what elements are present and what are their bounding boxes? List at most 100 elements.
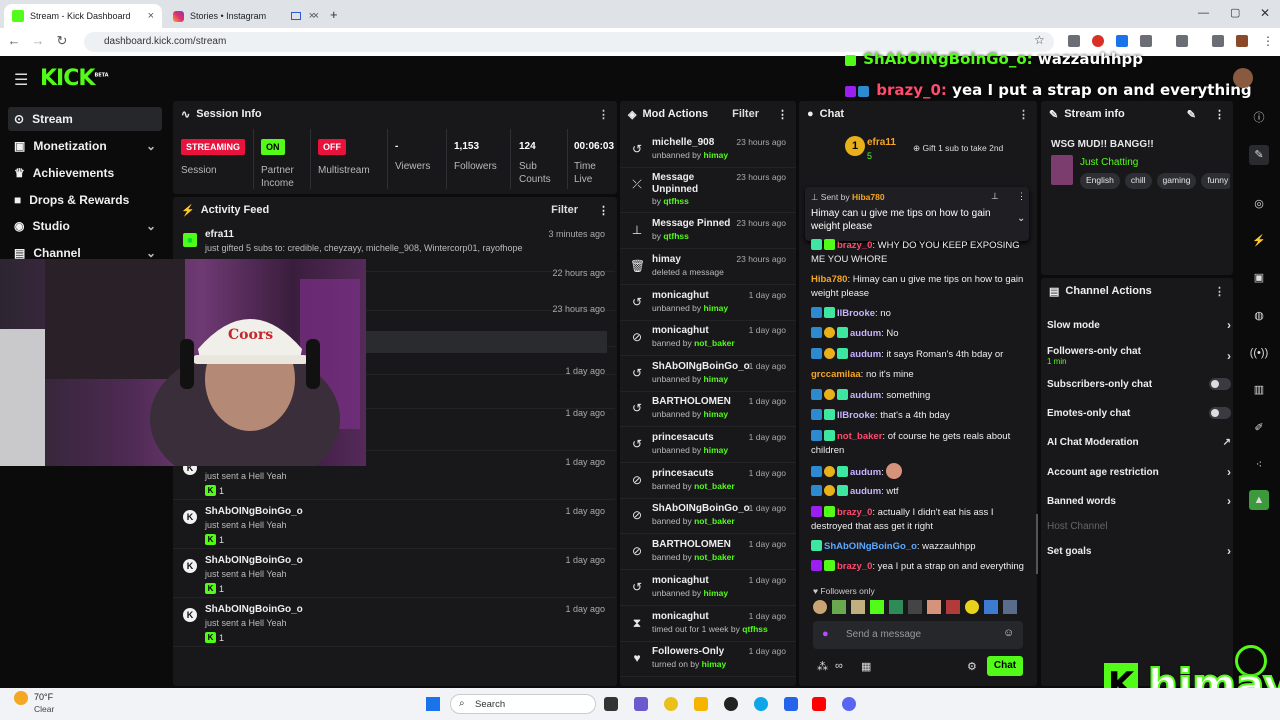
mod-action-subject[interactable]: monicaghut xyxy=(652,575,742,587)
chat-message[interactable]: audum: it says Roman's 4th bday or xyxy=(811,348,1026,362)
moderator-name[interactable]: qtfhss xyxy=(742,624,768,634)
extensions-puzzle-icon[interactable] xyxy=(1140,35,1152,47)
emote-icon[interactable] xyxy=(870,600,884,614)
moderator-name[interactable]: himay xyxy=(704,409,729,419)
filter-button[interactable]: Filter xyxy=(732,108,759,120)
chevron-down-icon[interactable]: ⌄ xyxy=(1017,213,1025,224)
more-options-icon[interactable]: ⋮ xyxy=(777,108,788,121)
mod-action-subject[interactable]: princesacuts xyxy=(652,432,742,444)
multistream-badge[interactable]: OFF xyxy=(318,139,346,155)
profile-avatar-icon[interactable] xyxy=(1236,35,1248,47)
mod-action-subject[interactable]: Followers-Only xyxy=(652,646,742,658)
moderator-name[interactable]: himay xyxy=(704,588,729,598)
emote-icon[interactable] xyxy=(965,600,979,614)
user-avatar[interactable] xyxy=(1233,68,1253,88)
chat-message[interactable]: brazy_0: WHY DO YOU KEEP EXPOSING ME YOU… xyxy=(811,239,1026,267)
chat-username[interactable]: ShAbOINgBoinGo_o xyxy=(824,541,917,552)
mod-action-subject[interactable]: himay xyxy=(652,254,742,266)
wrench-icon[interactable]: ✐ xyxy=(1249,418,1269,438)
chat-message[interactable]: IlBrooke: no xyxy=(811,307,1026,321)
app-icon[interactable] xyxy=(784,697,798,711)
file-explorer-icon[interactable] xyxy=(694,697,708,711)
nodes-icon[interactable]: ⁖ xyxy=(1249,455,1269,475)
microphone-icon[interactable]: ● xyxy=(822,628,829,640)
store-icon[interactable]: ▦ xyxy=(861,660,871,673)
hamburger-menu-icon[interactable]: ☰ xyxy=(14,70,28,90)
weather-temp[interactable]: 70°F xyxy=(34,692,53,702)
copilot-icon[interactable] xyxy=(634,697,648,711)
moderator-name[interactable]: himay xyxy=(704,303,729,313)
chat-message[interactable]: IlBrooke: that's a 4th bday xyxy=(811,409,1026,423)
moderator-name[interactable]: himay xyxy=(704,374,729,384)
activity-user[interactable]: ShAbOINgBoinGo_o xyxy=(205,555,303,566)
edge-icon[interactable] xyxy=(754,697,768,711)
sidebar-item-achievements[interactable]: ♛ Achievements xyxy=(8,161,162,185)
tag-chip[interactable]: chill xyxy=(1124,173,1152,189)
chat-message[interactable]: Hiba780: Himay can u give me tips on how… xyxy=(811,273,1026,301)
channel-action-row[interactable]: Account age restriction › xyxy=(1047,461,1231,483)
channel-action-row[interactable]: Banned words › xyxy=(1047,490,1231,512)
reading-list-icon[interactable] xyxy=(1212,35,1224,47)
sidebar-item-monetization[interactable]: ▣ Monetization ⌄ xyxy=(8,134,162,158)
reload-icon[interactable]: ↻ xyxy=(51,33,73,49)
edit-pencil-icon[interactable]: ✎ xyxy=(1249,145,1269,165)
new-tab-icon[interactable]: + xyxy=(330,7,338,22)
chat-message[interactable]: audum: xyxy=(811,463,1026,480)
chat-input[interactable]: ● Send a message ☺ xyxy=(813,621,1023,649)
top-gifter-name[interactable]: efra11 xyxy=(867,137,896,148)
chat-message[interactable]: audum: No xyxy=(811,327,1026,341)
more-options-icon[interactable]: ⋮ xyxy=(1214,108,1225,121)
chat-username[interactable]: Hiba780 xyxy=(811,274,847,285)
chat-username[interactable]: brazy_0 xyxy=(837,507,872,518)
mod-action-subject[interactable]: ShAbOINgBoinGo_o xyxy=(652,361,750,373)
chat-message[interactable]: audum: something xyxy=(811,389,1026,403)
info-icon[interactable]: ⓘ xyxy=(1249,108,1269,128)
taskbar-search[interactable]: ⌕ Search xyxy=(450,694,596,714)
channel-action-row[interactable]: Emotes-only chat xyxy=(1047,402,1231,424)
emote-icon[interactable] xyxy=(984,600,998,614)
sidebar-item-drops[interactable]: ■ Drops & Rewards xyxy=(8,188,162,212)
gift-sub-prompt[interactable]: ⊕ Gift 1 sub to take 2nd xyxy=(913,143,1003,154)
mod-action-subject[interactable]: Message Pinned xyxy=(652,218,742,230)
chrome-icon[interactable] xyxy=(664,697,678,711)
emote-icon[interactable] xyxy=(851,600,865,614)
tag-chip[interactable]: gaming xyxy=(1156,173,1197,189)
activity-user[interactable]: ShAbOINgBoinGo_o xyxy=(205,604,303,615)
more-options-icon[interactable]: ⋮ xyxy=(1017,191,1026,202)
tag-chip[interactable]: English xyxy=(1080,173,1120,189)
activity-user[interactable]: ShAbOINgBoinGo_o xyxy=(205,506,303,517)
chat-tools-icon[interactable]: ⁂ xyxy=(817,660,828,673)
more-options-icon[interactable]: ⋮ xyxy=(598,108,609,121)
broadcast-icon[interactable]: ((•)) xyxy=(1249,343,1269,363)
moderator-name[interactable]: not_baker xyxy=(694,481,735,491)
chat-message[interactable]: brazy_0: yea I put a strap on and everyt… xyxy=(811,560,1026,574)
pin-icon[interactable]: ⊥ xyxy=(991,191,999,202)
chat-scrollbar[interactable] xyxy=(1036,514,1038,574)
pinned-message[interactable]: ⊥ Sent by Hiba780 ⊥ ⋮ Himay can u give m… xyxy=(805,187,1029,241)
minimize-icon[interactable]: — xyxy=(1198,7,1209,19)
tab-third[interactable]: × xyxy=(283,4,323,28)
chat-username[interactable]: IlBrooke xyxy=(837,308,875,319)
emote-icon[interactable] xyxy=(1003,600,1017,614)
more-options-icon[interactable]: ⋮ xyxy=(1018,108,1029,121)
emote-icon[interactable] xyxy=(927,600,941,614)
moderator-name[interactable]: not_baker xyxy=(694,552,735,562)
chat-message[interactable]: not_baker: of course he gets reals about… xyxy=(811,430,1026,458)
channel-action-row[interactable]: Subscribers-only chat xyxy=(1047,373,1231,395)
mod-action-subject[interactable]: monicaghut xyxy=(652,325,742,337)
chat-username[interactable]: audum xyxy=(850,349,881,360)
link-icon[interactable]: ∞ xyxy=(835,660,843,672)
sidebar-item-studio[interactable]: ◉ Studio ⌄ xyxy=(8,214,162,238)
browser-menu-icon[interactable]: ⋮ xyxy=(1262,34,1274,48)
extension-record-icon[interactable] xyxy=(1092,35,1104,47)
more-options-icon[interactable]: ⋮ xyxy=(1214,285,1225,298)
moderator-name[interactable]: qtfhss xyxy=(663,231,689,241)
toggle-switch[interactable] xyxy=(1209,378,1231,390)
mod-action-subject[interactable]: monicaghut xyxy=(652,290,742,302)
chat-message[interactable]: brazy_0: actually I didn't eat his ass I… xyxy=(811,506,1026,534)
close-tab-icon[interactable]: × xyxy=(309,10,315,22)
emote-icon[interactable] xyxy=(813,600,827,614)
chat-username[interactable]: not_baker xyxy=(837,431,882,442)
maximize-icon[interactable]: ▢ xyxy=(1230,6,1240,19)
channel-action-row[interactable]: AI Chat Moderation ↗ xyxy=(1047,431,1231,453)
